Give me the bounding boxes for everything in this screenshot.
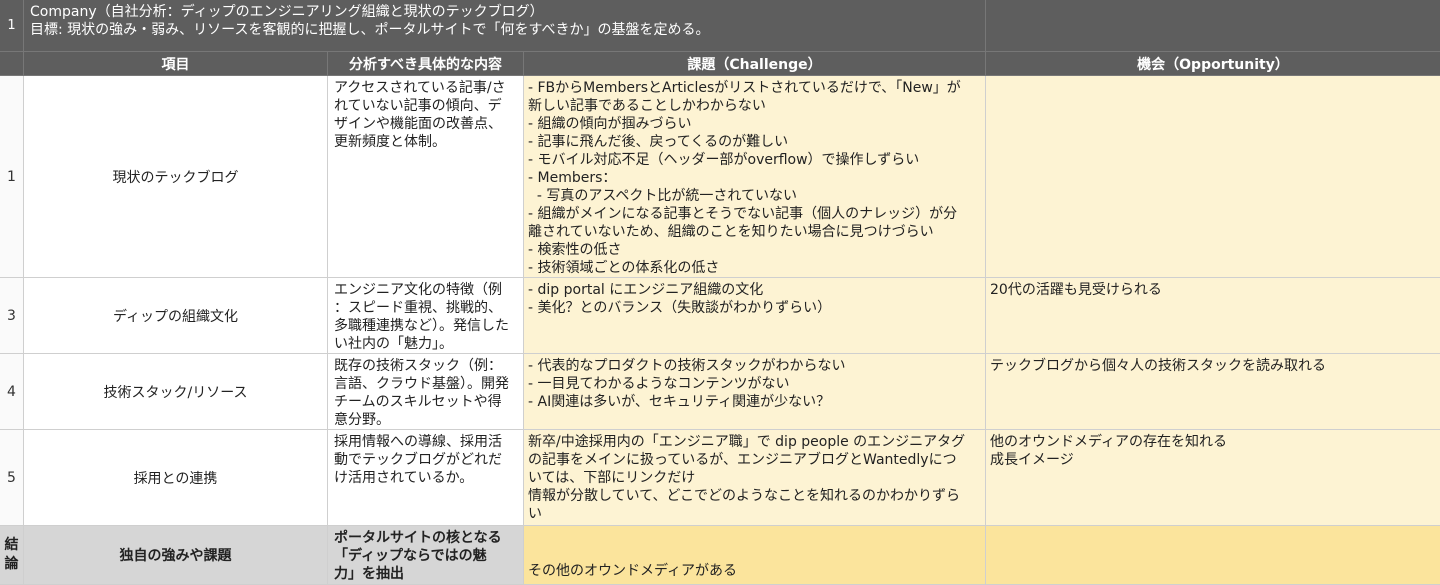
detail-cell[interactable]: エンジニア文化の特徴（例 ：スピード重視、挑戦的、 多職種連携など）。発信した … <box>328 278 524 354</box>
challenge-line: - 代表的なプロダクトの技術スタックがわからない <box>528 358 846 374</box>
challenge-cell[interactable]: 新卒/中途採用内の「エンジニア職」で dip people のエンジニアタグ の… <box>524 430 986 526</box>
conclusion-detail-cell[interactable]: ポータルサイトの核となる 「ディップならではの魅 力」を抽出 <box>328 526 524 585</box>
conclusion-detail-line: 「ディップならではの魅 <box>334 548 487 564</box>
detail-line: い社内の「魅力」。 <box>334 336 453 352</box>
challenge-line: - 写真のアスペクト比が統一されていない <box>528 188 798 204</box>
detail-line: れていない記事の傾向、デ <box>334 98 502 114</box>
spreadsheet: 1 Company（自社分析：ディップのエンジニアリング組織と現状のテックブログ… <box>0 0 1440 585</box>
challenge-line: - 記事に飛んだ後、戻ってくるのが難しい <box>528 134 789 150</box>
challenge-cell[interactable]: - 代表的なプロダクトの技術スタックがわからない - 一目見てわかるようなコンテ… <box>524 354 986 430</box>
challenge-line: - モバイル対応不足（ヘッダー部がoverflow）で操作しずらい <box>528 152 920 168</box>
opportunity-line: 20代の活躍も見受けられる <box>990 282 1162 298</box>
title-cell[interactable]: Company（自社分析：ディップのエンジニアリング組織と現状のテックブログ） … <box>24 0 986 52</box>
row-number[interactable]: 5 <box>0 430 24 526</box>
table-row: 1 現状のテックブログ アクセスされている記事/さ れていない記事の傾向、デ ザ… <box>0 76 1440 278</box>
challenge-line: の記事をメインに扱っているが、エンジニアブログとWantedlyにつ <box>528 452 957 468</box>
row-number[interactable]: 3 <box>0 278 24 354</box>
challenge-line: いては、下部にリンクだけ <box>528 470 696 486</box>
item-cell[interactable]: 採用との連携 <box>24 430 328 526</box>
challenge-cell[interactable]: - FBからMembersとArticlesがリストされているだけで、「New」… <box>524 76 986 278</box>
table-row: 5 採用との連携 採用情報への導線、採用活 動でテックブログがどれだ け活用され… <box>0 430 1440 526</box>
challenge-line: - 技術領域ごとの体系化の低さ <box>528 260 720 276</box>
detail-line: 採用情報への導線、採用活 <box>334 434 502 450</box>
title-line-2: 目標: 現状の強み・弱み、リソースを客観的に把握し、ポータルサイトで「何をすべき… <box>30 22 710 38</box>
challenge-line: - dip portal にエンジニア組織の文化 <box>528 282 764 298</box>
detail-cell[interactable]: 採用情報への導線、採用活 動でテックブログがどれだ け活用されているか。 <box>328 430 524 526</box>
table-row: 4 技術スタック/リソース 既存の技術スタック（例： 言語、クラウド基盤）。開発… <box>0 354 1440 430</box>
detail-line: 多職種連携など）。発信した <box>334 318 509 334</box>
conclusion-item-cell[interactable]: 独自の強みや課題 <box>24 526 328 585</box>
challenge-line: - 美化？とのバランス（失敗談がわかりずらい） <box>528 300 832 316</box>
challenge-line: - 検索性の低さ <box>528 242 622 258</box>
title-empty-cell[interactable] <box>986 0 1440 52</box>
detail-line: 既存の技術スタック（例： <box>334 358 502 374</box>
item-cell[interactable]: ディップの組織文化 <box>24 278 328 354</box>
detail-line: ：スピード重視、挑戦的、 <box>334 300 502 316</box>
header-corner[interactable] <box>0 52 24 76</box>
item-cell[interactable]: 現状のテックブログ <box>24 76 328 278</box>
conclusion-row: 結 論 独自の強みや課題 ポータルサイトの核となる 「ディップならではの魅 力」… <box>0 526 1440 585</box>
title-row: 1 Company（自社分析：ディップのエンジニアリング組織と現状のテックブログ… <box>0 0 1440 52</box>
header-opportunity[interactable]: 機会（Opportunity） <box>986 52 1440 76</box>
detail-line: エンジニア文化の特徴（例 <box>334 282 502 298</box>
conclusion-label-line: 結 <box>4 537 19 553</box>
header-challenge[interactable]: 課題（Challenge） <box>524 52 986 76</box>
opportunity-line: 他のオウンドメディアの存在を知れる <box>990 434 1228 450</box>
item-cell[interactable]: 技術スタック/リソース <box>24 354 328 430</box>
detail-line: チームのスキルセットや得 <box>334 394 502 410</box>
challenge-line: - FBからMembersとArticlesがリストされているだけで、「New」… <box>528 80 961 96</box>
conclusion-label-line: 論 <box>4 556 19 572</box>
row-number[interactable]: 1 <box>0 76 24 278</box>
challenge-line: - 一目見てわかるようなコンテンツがない <box>528 376 790 392</box>
challenge-cell[interactable]: - dip portal にエンジニア組織の文化 - 美化？とのバランス（失敗談… <box>524 278 986 354</box>
detail-line: 意分野。 <box>334 412 390 428</box>
opportunity-cell[interactable]: テックブログから個々人の技術スタックを読み取れる <box>986 354 1440 430</box>
table-row: 3 ディップの組織文化 エンジニア文化の特徴（例 ：スピード重視、挑戦的、 多職… <box>0 278 1440 354</box>
challenge-line: 情報が分散していて、どこでどのようなことを知れるのかわかりずら <box>528 488 961 504</box>
detail-line: 動でテックブログがどれだ <box>334 452 502 468</box>
conclusion-label-cell[interactable]: 結 論 <box>0 526 24 585</box>
challenge-line: - Members： <box>528 170 617 186</box>
conclusion-challenge-cell[interactable]: その他のオウンドメディアがある <box>524 526 986 585</box>
conclusion-detail-line: ポータルサイトの核となる <box>334 530 502 546</box>
challenge-line: - 組織がメインになる記事とそうでない記事（個人のナレッジ）が分 <box>528 206 958 222</box>
opportunity-cell[interactable]: 20代の活躍も見受けられる <box>986 278 1440 354</box>
row-number[interactable]: 1 <box>0 0 24 52</box>
challenge-line: - 組織の傾向が掴みづらい <box>528 116 692 132</box>
detail-line: アクセスされている記事/さ <box>334 80 506 96</box>
title-line-1: Company（自社分析：ディップのエンジニアリング組織と現状のテックブログ） <box>30 4 544 20</box>
header-detail[interactable]: 分析すべき具体的な内容 <box>328 52 524 76</box>
opportunity-cell[interactable]: 他のオウンドメディアの存在を知れる 成長イメージ <box>986 430 1440 526</box>
detail-cell[interactable]: アクセスされている記事/さ れていない記事の傾向、デ ザインや機能面の改善点、 … <box>328 76 524 278</box>
challenge-line: 離されていないため、組織のことを知りたい場合に見つけづらい <box>528 224 934 240</box>
challenge-line: - AI関連は多いが、セキュリティ関連が少ない？ <box>528 394 831 410</box>
detail-line: 更新頻度と体制。 <box>334 134 446 150</box>
detail-line: ザインや機能面の改善点、 <box>334 116 502 132</box>
detail-line: け活用されているか。 <box>334 470 474 486</box>
conclusion-detail-line: 力」を抽出 <box>334 566 404 582</box>
challenge-line: い <box>528 506 542 522</box>
conclusion-challenge-text: その他のオウンドメディアがある <box>528 563 738 579</box>
challenge-line: 新しい記事であることしかわからない <box>528 98 766 114</box>
row-number[interactable]: 4 <box>0 354 24 430</box>
detail-cell[interactable]: 既存の技術スタック（例： 言語、クラウド基盤）。開発 チームのスキルセットや得 … <box>328 354 524 430</box>
opportunity-cell[interactable] <box>986 76 1440 278</box>
header-item[interactable]: 項目 <box>24 52 328 76</box>
header-row: 項目 分析すべき具体的な内容 課題（Challenge） 機会（Opportun… <box>0 52 1440 76</box>
opportunity-line: 成長イメージ <box>990 452 1074 468</box>
conclusion-opportunity-cell[interactable] <box>986 526 1440 585</box>
challenge-line: 新卒/中途採用内の「エンジニア職」で dip people のエンジニアタグ <box>528 434 966 450</box>
detail-line: 言語、クラウド基盤）。開発 <box>334 376 509 392</box>
opportunity-line: テックブログから個々人の技術スタックを読み取れる <box>990 358 1326 374</box>
